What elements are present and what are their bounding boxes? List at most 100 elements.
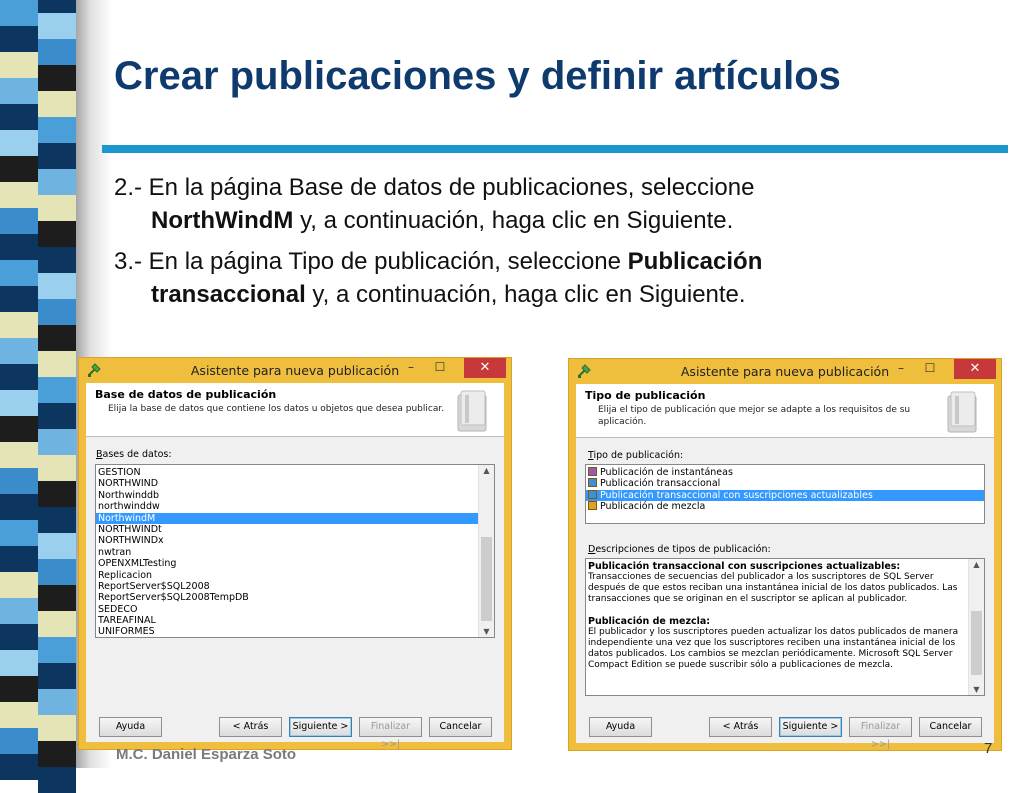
databases-scrollbar[interactable]: ▲ ▼ (478, 465, 494, 637)
publication-type-label: Publicación transaccional (600, 478, 721, 490)
strip-block (0, 104, 38, 130)
database-list-item[interactable]: ReportServer$SQL2008TempDB (96, 592, 494, 603)
finish-button[interactable]: Finalizar >>| (849, 717, 912, 750)
strip-block (0, 520, 38, 546)
strip-block (38, 0, 76, 13)
database-list-item[interactable]: OPENXMLTesting (96, 558, 494, 569)
database-list-item[interactable]: nwtran (96, 547, 494, 558)
bullet-step-2-line1: 2.- En la página Base de datos de public… (114, 174, 755, 201)
bullet-step-2: 2.- En la página Base de datos de public… (114, 171, 994, 237)
strip-block (0, 754, 38, 780)
database-list-item[interactable]: GESTION (96, 467, 494, 478)
back-button[interactable]: < Atrás (709, 717, 772, 737)
bullet-step-3-line1: 3.- En la página Tipo de publicación, se… (114, 245, 994, 278)
bullet-step-3-prefix: 3.- En la página Tipo de publicación, se… (114, 248, 628, 275)
database-list-item[interactable]: NORTHWINDt (96, 524, 494, 535)
bullet-step-3-bold2: transaccional (151, 281, 306, 308)
maximize-button[interactable]: ☐ (427, 358, 453, 378)
cancel-button[interactable]: Cancelar (429, 717, 492, 737)
publication-type-item[interactable]: Publicación de instantáneas (586, 467, 984, 478)
database-list-item[interactable]: Northwinddb (96, 490, 494, 501)
publication-type-label: Tipo de publicación: (588, 450, 683, 461)
strip-block (0, 182, 38, 208)
strip-block (38, 429, 76, 455)
back-button[interactable]: < Atrás (219, 717, 282, 737)
publication-type-label: Publicación de instantáneas (600, 467, 733, 478)
strip-column-left (0, 0, 38, 780)
strip-block (38, 117, 76, 143)
help-button[interactable]: Ayuda (99, 717, 162, 737)
strip-block (38, 689, 76, 715)
strip-column-right (38, 0, 76, 793)
slide-title: Crear publicaciones y definir artículos (114, 54, 841, 98)
next-button[interactable]: Siguiente > (779, 717, 842, 737)
minimize-button[interactable]: – (888, 359, 914, 379)
strip-block (38, 221, 76, 247)
strip-block (0, 416, 38, 442)
strip-block (38, 299, 76, 325)
databases-listbox[interactable]: GESTION NORTHWIND Northwinddb northwinddw No… (95, 464, 495, 638)
updatable-publication-icon (588, 489, 597, 499)
slide-footer-author: M.C. Daniel Esparza Soto (116, 746, 297, 763)
dialog-publication-type: Asistente para nueva publicación – ☐ ✕ T… (568, 358, 1002, 751)
strip-block (0, 78, 38, 104)
strip-block (0, 572, 38, 598)
bullet-step-3: 3.- En la página Tipo de publicación, se… (114, 245, 994, 311)
scroll-down-arrow-icon[interactable]: ▼ (969, 685, 984, 694)
strip-block (0, 702, 38, 728)
database-list-item[interactable]: SEDECO (96, 604, 494, 615)
strip-block (0, 364, 38, 390)
publication-type-item[interactable]: Publicación de mezcla (586, 501, 984, 512)
scroll-up-arrow-icon[interactable]: ▲ (479, 466, 494, 475)
database-list-item[interactable]: NorthwindM (96, 512, 494, 524)
strip-block (38, 455, 76, 481)
dialog1-header: Base de datos de publicación Elija la ba… (86, 383, 504, 437)
publication-type-listbox[interactable]: Publicación de instantáneas Publicación t… (585, 464, 985, 524)
close-button[interactable]: ✕ (954, 359, 996, 379)
strip-block (38, 91, 76, 117)
dialog2-titlebar[interactable]: Asistente para nueva publicación – ☐ ✕ (569, 359, 1001, 383)
strip-block (38, 767, 76, 793)
scroll-up-arrow-icon[interactable]: ▲ (969, 560, 984, 569)
strip-block (0, 130, 38, 156)
database-list-item[interactable]: NORTHWINDx (96, 535, 494, 546)
scroll-thumb[interactable] (971, 611, 982, 675)
strip-block (0, 338, 38, 364)
database-list-item[interactable]: TAREAFINAL (96, 615, 494, 626)
database-list-item[interactable]: UNIFORMES (96, 626, 494, 637)
scroll-thumb[interactable] (481, 537, 492, 621)
strip-block (0, 676, 38, 702)
minimize-button[interactable]: – (398, 358, 424, 378)
strip-block (38, 481, 76, 507)
title-underline (102, 145, 1008, 153)
database-list-item[interactable]: ReportServer$SQL2008 (96, 581, 494, 592)
strip-block (38, 39, 76, 65)
help-button[interactable]: Ayuda (589, 717, 652, 737)
publication-type-item[interactable]: Publicación transaccional con suscripcio… (586, 489, 984, 502)
close-button[interactable]: ✕ (464, 358, 506, 378)
dialog1-titlebar[interactable]: Asistente para nueva publicación – ☐ ✕ (79, 358, 511, 382)
scroll-down-arrow-icon[interactable]: ▼ (479, 627, 494, 636)
dialog1-header-title: Base de datos de publicación (95, 388, 277, 401)
publication-type-label-text: ipo de publicación: (593, 450, 684, 461)
description-text: Transacciones de secuencias del publicad… (588, 572, 958, 604)
next-button[interactable]: Siguiente > (289, 717, 352, 737)
descriptions-scrollbar[interactable]: ▲ ▼ (968, 559, 984, 695)
strip-block (0, 208, 38, 234)
finish-button[interactable]: Finalizar >>| (359, 717, 422, 750)
strip-block (38, 559, 76, 585)
maximize-button[interactable]: ☐ (917, 359, 943, 379)
descriptions-textbox[interactable]: Publicación transaccional con suscripcio… (585, 558, 985, 696)
database-list-item[interactable]: northwinddw (96, 501, 494, 512)
database-list-item[interactable]: NORTHWIND (96, 478, 494, 489)
transactional-publication-icon (588, 478, 597, 488)
strip-block (0, 598, 38, 624)
descriptions-content: Publicación transaccional con suscripcio… (588, 561, 966, 671)
strip-block (38, 325, 76, 351)
cancel-button[interactable]: Cancelar (919, 717, 982, 737)
strip-block (0, 442, 38, 468)
publication-type-item[interactable]: Publicación transaccional (586, 478, 984, 489)
database-list-item[interactable]: Replicacion (96, 570, 494, 581)
strip-block (0, 0, 38, 26)
dialog2-header-subtitle-line2: aplicación. (598, 417, 647, 427)
